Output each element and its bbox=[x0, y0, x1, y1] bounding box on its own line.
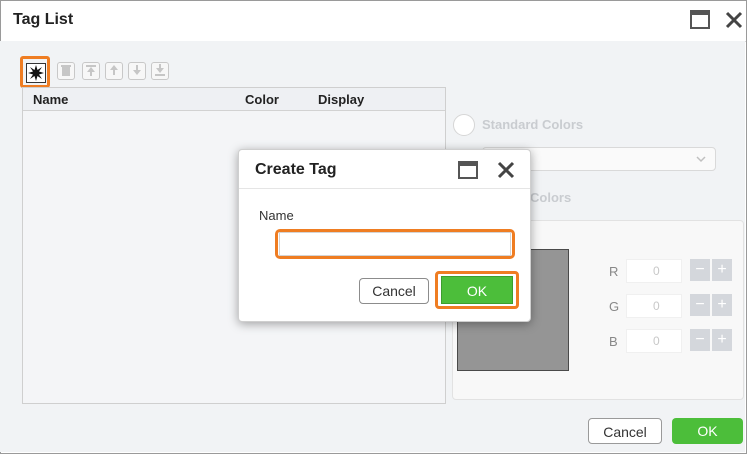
move-down-button[interactable] bbox=[128, 62, 146, 80]
close-icon[interactable] bbox=[723, 9, 745, 36]
starburst-icon bbox=[28, 65, 44, 81]
green-decrement-button[interactable]: − bbox=[690, 294, 710, 316]
window-maximize-icon[interactable] bbox=[457, 159, 479, 186]
green-input[interactable]: 0 bbox=[626, 294, 682, 318]
move-bottom-button[interactable] bbox=[151, 62, 169, 80]
dialog-ok-button[interactable]: OK bbox=[441, 276, 513, 304]
custom-colors-label: Colors bbox=[530, 190, 572, 205]
green-increment-button[interactable]: + bbox=[712, 294, 732, 316]
column-header-color[interactable]: Color bbox=[245, 92, 279, 107]
dialog-title-divider bbox=[239, 188, 530, 189]
tag-name-label: Name bbox=[259, 208, 294, 223]
create-tag-dialog: Create Tag Name Cancel OK bbox=[238, 149, 531, 322]
move-up-button[interactable] bbox=[105, 62, 123, 80]
chevron-down-icon bbox=[696, 156, 706, 163]
column-header-name[interactable]: Name bbox=[33, 92, 68, 107]
window-title: Tag List bbox=[13, 11, 74, 28]
close-icon[interactable] bbox=[495, 159, 517, 186]
blue-label: B bbox=[609, 334, 618, 349]
dialog-cancel-button[interactable]: Cancel bbox=[359, 278, 429, 304]
green-label: G bbox=[609, 299, 620, 314]
red-label: R bbox=[609, 264, 619, 279]
standard-colors-label: Standard Colors bbox=[482, 117, 584, 132]
blue-decrement-button[interactable]: − bbox=[690, 329, 710, 351]
blue-input[interactable]: 0 bbox=[626, 329, 682, 353]
arrow-up-icon bbox=[110, 65, 118, 75]
delete-button[interactable] bbox=[57, 62, 75, 80]
standard-colors-radio[interactable] bbox=[453, 114, 475, 136]
blue-increment-button[interactable]: + bbox=[712, 329, 732, 351]
window-maximize-icon[interactable] bbox=[689, 9, 711, 36]
tag-name-input[interactable] bbox=[279, 232, 511, 256]
add-tag-button[interactable] bbox=[26, 63, 46, 83]
dialog-title: Create Tag bbox=[255, 161, 337, 178]
column-header-display[interactable]: Display bbox=[318, 92, 364, 107]
red-decrement-button[interactable]: − bbox=[690, 259, 710, 281]
trash-icon bbox=[61, 65, 71, 76]
move-top-button[interactable] bbox=[82, 62, 100, 80]
red-increment-button[interactable]: + bbox=[712, 259, 732, 281]
arrow-to-top-icon bbox=[86, 65, 96, 76]
red-input[interactable]: 0 bbox=[626, 259, 682, 283]
arrow-to-bottom-icon bbox=[155, 64, 165, 76]
ok-button[interactable]: OK bbox=[672, 418, 743, 444]
window-titlebar: Tag List bbox=[1, 1, 746, 42]
arrow-down-icon bbox=[133, 65, 141, 75]
cancel-button[interactable]: Cancel bbox=[588, 418, 662, 444]
